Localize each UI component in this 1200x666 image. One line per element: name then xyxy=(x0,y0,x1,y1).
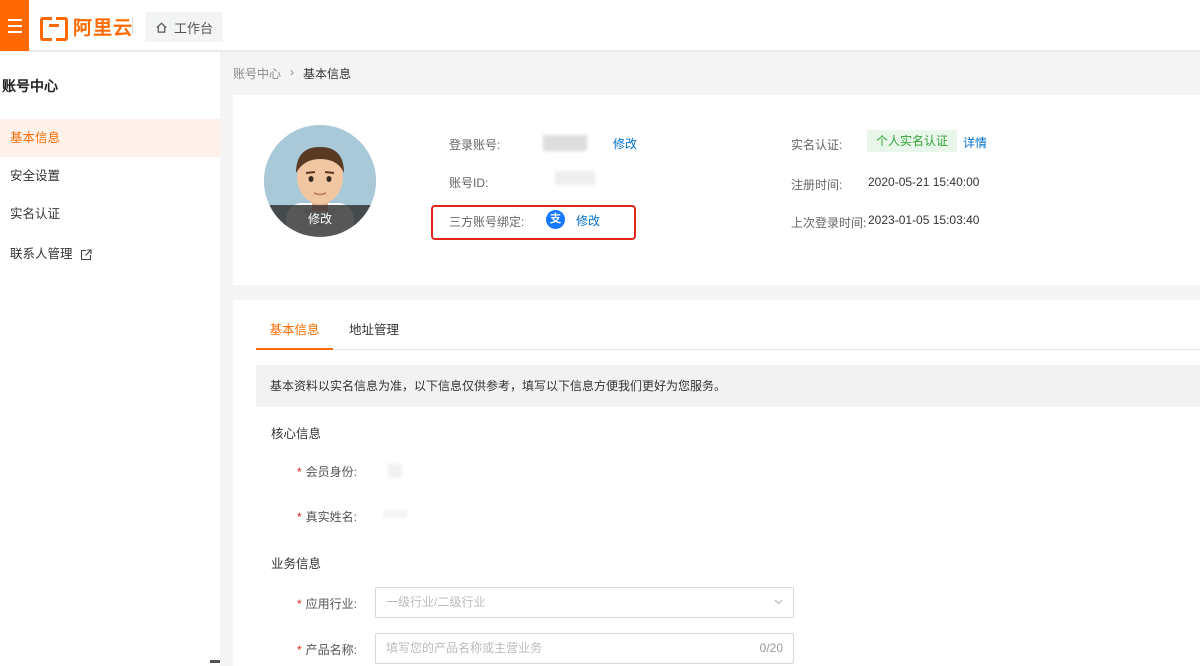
verification-label: 实名认证: xyxy=(791,138,843,152)
product-name-char-count: 0/20 xyxy=(759,641,783,655)
login-account-label: 登录账号: xyxy=(449,138,501,152)
account-id-value-redacted xyxy=(555,171,595,185)
tab-bar: 基本信息 地址管理 xyxy=(256,315,1200,350)
breadcrumb-current: 基本信息 xyxy=(303,67,352,81)
verification-status-badge: 个人实名认证 xyxy=(867,130,958,152)
last-login-value: 2023-01-05 15:03:40 xyxy=(868,213,980,227)
third-party-edit-link[interactable]: 修改 xyxy=(576,212,600,229)
external-link-icon xyxy=(80,249,92,260)
required-mark: * xyxy=(297,510,302,524)
breadcrumb-separator: › xyxy=(290,65,295,79)
chevron-down-icon xyxy=(774,599,783,605)
tab-basic-info[interactable]: 基本信息 xyxy=(256,315,333,350)
sidebar-title: 账号中心 xyxy=(2,78,58,94)
product-name-label: * 产品名称: xyxy=(297,643,358,657)
member-identity-value-redacted xyxy=(388,464,402,478)
third-party-binding-label: 三方账号绑定: xyxy=(449,215,525,229)
sidebar-item-security[interactable]: 安全设置 xyxy=(0,157,220,195)
info-notice: 基本资料以实名信息为准，以下信息仅供参考，填写以下信息方便我们更好为您服务。 xyxy=(256,365,1200,407)
hamburger-menu-icon[interactable] xyxy=(0,0,29,51)
sidebar: 账号中心 基本信息 安全设置 实名认证 联系人管理 xyxy=(0,52,220,666)
breadcrumb: 账号中心 › 基本信息 xyxy=(233,65,351,82)
aliyun-logo-mark-icon xyxy=(40,17,68,41)
sidebar-item-contacts[interactable]: 联系人管理 xyxy=(0,235,220,273)
alipay-icon: 支 xyxy=(546,210,565,229)
tab-address[interactable]: 地址管理 xyxy=(349,315,399,350)
required-mark: * xyxy=(297,597,302,611)
required-mark: * xyxy=(297,643,302,657)
login-account-edit-link[interactable]: 修改 xyxy=(613,135,637,152)
top-bar: 阿里云 工作台 xyxy=(0,0,1200,51)
sidebar-item-label: 基本信息 xyxy=(10,131,61,145)
breadcrumb-root[interactable]: 账号中心 xyxy=(233,65,281,82)
home-icon xyxy=(156,22,167,33)
last-login-label: 上次登录时间: xyxy=(791,216,867,230)
industry-placeholder: 一级行业/二级行业 xyxy=(386,595,486,609)
sidebar-item-label: 安全设置 xyxy=(10,169,61,183)
workbench-button[interactable]: 工作台 xyxy=(145,12,223,42)
product-name-input[interactable]: 填写您的产品名称或主营业务 0/20 xyxy=(375,633,794,664)
aliyun-logo[interactable]: 阿里云 xyxy=(40,14,134,41)
login-account-value-redacted xyxy=(543,135,587,151)
account-id-label: 账号ID: xyxy=(449,176,489,190)
workbench-label: 工作台 xyxy=(173,20,213,36)
divider xyxy=(132,17,133,35)
basic-info-card: 基本信息 地址管理 基本资料以实名信息为准，以下信息仅供参考，填写以下信息方便我… xyxy=(233,300,1200,666)
sidebar-item-basic-info[interactable]: 基本信息 xyxy=(0,119,220,157)
real-name-label: * 真实姓名: xyxy=(297,510,358,524)
sidebar-item-verification[interactable]: 实名认证 xyxy=(0,195,220,233)
required-mark: * xyxy=(297,465,302,479)
core-info-title: 核心信息 xyxy=(271,427,322,441)
industry-label: * 应用行业: xyxy=(297,597,358,611)
profile-card: 修改 登录账号: 修改 账号ID: 三方账号绑定: 支 修改 实名认证: 个人实… xyxy=(233,95,1200,285)
sidebar-collapse-handle[interactable] xyxy=(210,660,220,663)
avatar-edit-button[interactable]: 修改 xyxy=(264,205,376,237)
logo-text: 阿里云 xyxy=(73,17,134,39)
sidebar-item-label: 联系人管理 xyxy=(10,247,73,261)
industry-select[interactable]: 一级行业/二级行业 xyxy=(375,587,794,618)
avatar[interactable]: 修改 xyxy=(264,125,376,237)
real-name-value-redacted xyxy=(383,510,407,518)
register-time-value: 2020-05-21 15:40:00 xyxy=(868,175,980,189)
sidebar-item-label: 实名认证 xyxy=(10,207,61,221)
register-time-label: 注册时间: xyxy=(791,178,843,192)
business-info-title: 业务信息 xyxy=(271,557,322,571)
member-identity-label: * 会员身份: xyxy=(297,465,358,479)
product-name-placeholder: 填写您的产品名称或主营业务 xyxy=(386,641,543,655)
verification-detail-link[interactable]: 详情 xyxy=(963,134,987,151)
